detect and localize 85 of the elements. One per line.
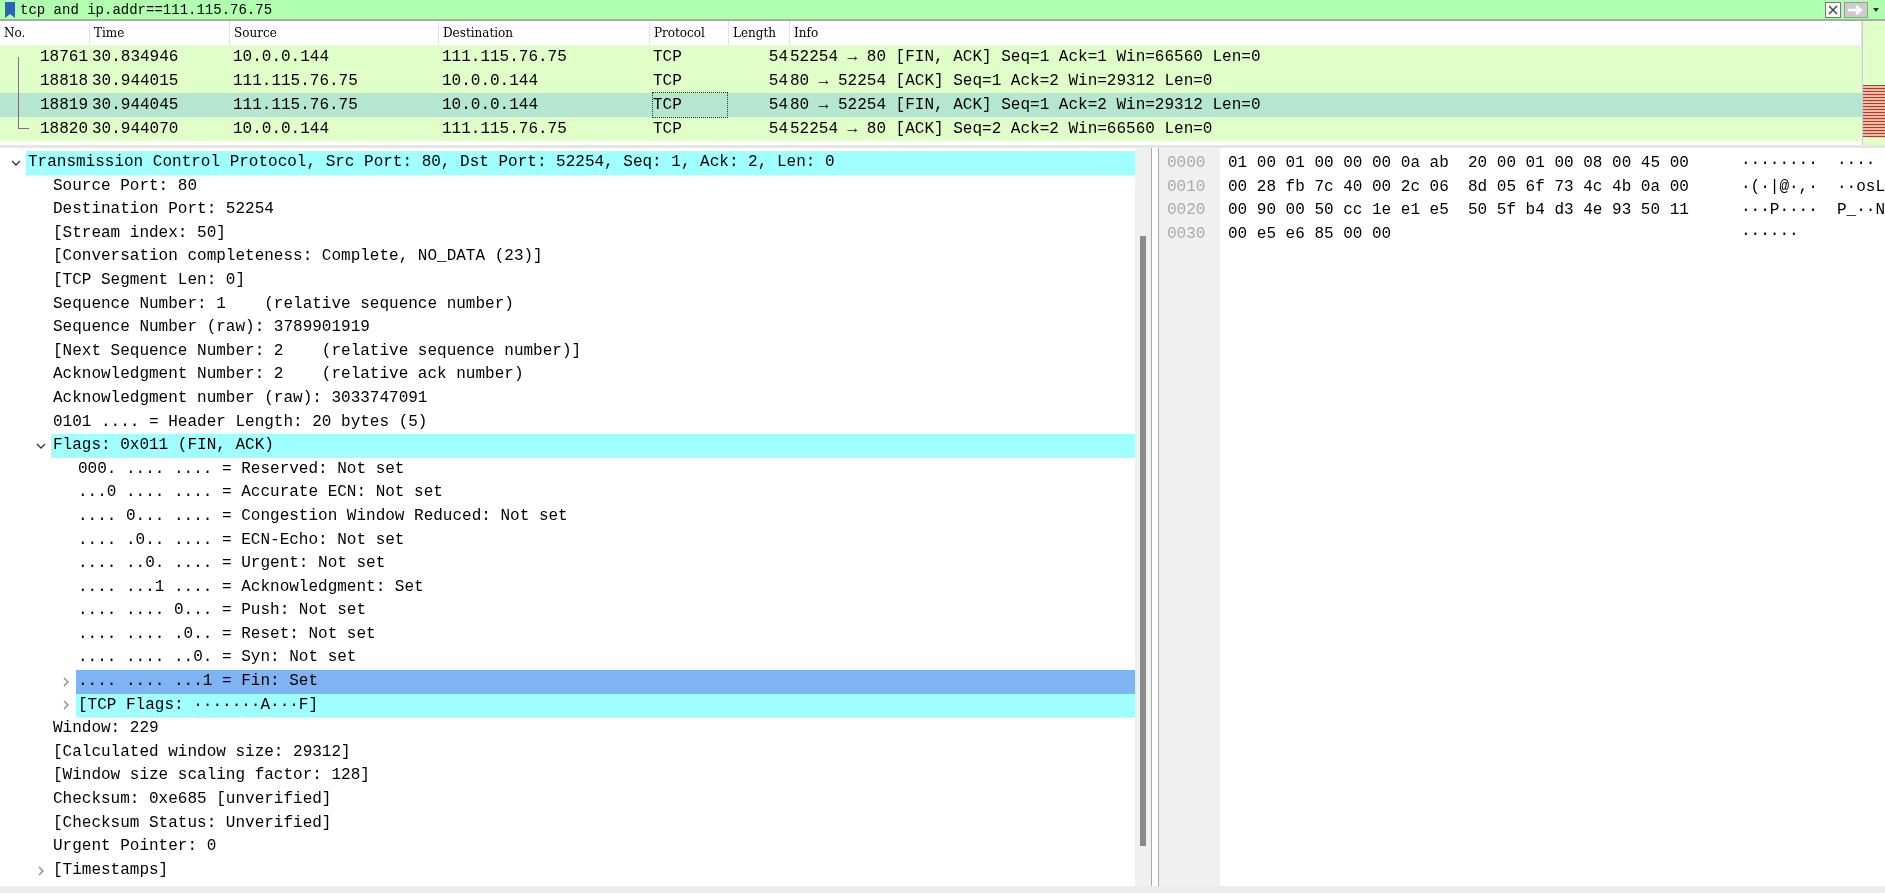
tree-item[interactable]: Sequence Number (raw): 3789901919: [51, 316, 1136, 340]
table-cell: 54: [768, 120, 788, 138]
tree-item[interactable]: .... .0.. .... = ECN-Echo: Not set: [76, 528, 1136, 553]
packet-row[interactable]: 18819 30.944045 111.115.76.75 10.0.0.144 TCP 5480 → 52254 [FIN, ACK] Seq=1 Ack=2 Win=29312 Len=0: [0, 93, 1862, 117]
packet-minimap[interactable]: [1862, 21, 1885, 145]
tree-item[interactable]: [TCP Segment Len: 0]: [51, 268, 1136, 293]
hex-bytes[interactable]: 00 e5 e6 85 00 00: [1227, 222, 1741, 246]
tree-item[interactable]: [Checksum Status: Unverified]: [51, 811, 1136, 836]
clear-icon[interactable]: [1825, 2, 1841, 18]
table-cell: 111.115.76.75: [442, 48, 567, 66]
tree-item[interactable]: .... .... .0.. = Reset: Not set: [76, 622, 1136, 647]
tree-item[interactable]: Acknowledgment number (raw): 3033747091: [51, 386, 1136, 411]
table-cell: 10.0.0.144: [442, 96, 538, 114]
table-cell: 18818: [40, 72, 88, 90]
ascii-text[interactable]: ·(·|@·,· ··osL: [1740, 175, 1885, 199]
hex-bytes[interactable]: 00 90 00 50 cc 1e e1 e5 50 5f b4 d3 4e 93 50 11: [1227, 199, 1741, 223]
tree-item[interactable]: .... .... ..0. = Syn: Not set: [76, 646, 1136, 671]
tree-item[interactable]: [Window size scaling factor: 128]: [51, 764, 1136, 789]
chevron-right-icon[interactable]: [36, 865, 46, 876]
table-cell: 111.115.76.75: [442, 120, 567, 138]
tree-item[interactable]: Window: 229: [51, 717, 1136, 741]
splitter-handle[interactable]: [1151, 148, 1159, 886]
bookmark-icon[interactable]: [4, 2, 16, 18]
tree-item[interactable]: Destination Port: 52254: [51, 198, 1136, 222]
hex-offset: 0020: [1166, 200, 1207, 221]
packet-row[interactable]: 18818 30.944015 111.115.76.75 10.0.0.144 TCP 5480 → 52254 [ACK] Seq=1 Ack=2 Win=29312 Len=0: [0, 69, 1862, 93]
tree-item[interactable]: [TCP Flags: ·······A···F]: [76, 693, 1136, 718]
table-cell: 54: [768, 48, 788, 66]
table-cell: 10.0.0.144: [233, 120, 329, 138]
tree-item[interactable]: .... .... 0... = Push: Not set: [76, 599, 1136, 623]
hex-bytes[interactable]: 00 28 fb 7c 40 00 2c 06 8d 05 6f 73 4c 4b 0a 00: [1227, 175, 1741, 199]
tree-item[interactable]: [Calculated window size: 29312]: [51, 740, 1136, 765]
tree-item[interactable]: Transmission Control Protocol, Src Port: 80, Dst Port: 52254, Seq: 1, Ack: 2, Len: 0: [26, 151, 1136, 175]
tree-item[interactable]: Urgent Pointer: 0: [51, 835, 1136, 859]
table-cell: 54: [768, 72, 788, 90]
tree-item[interactable]: Sequence Number: 1 (relative sequence number): [51, 292, 1136, 317]
table-cell: 30.834946: [92, 48, 179, 66]
scrollbar[interactable]: [1135, 148, 1151, 886]
table-cell: 30.944070: [92, 120, 179, 138]
table-cell: 30.944015: [92, 72, 179, 90]
table-cell: 10.0.0.144: [442, 72, 538, 90]
chevron-right-icon[interactable]: [61, 700, 71, 711]
hex-offset: 0000: [1166, 153, 1207, 174]
table-cell: 18820: [40, 120, 88, 138]
tree-item[interactable]: Checksum: 0xe685 [unverified]: [51, 788, 1136, 812]
tree-item[interactable]: Source Port: 80: [51, 174, 1136, 199]
table-cell: TCP: [653, 72, 682, 90]
table-cell: 111.115.76.75: [233, 72, 358, 90]
table-cell: 52254 → 80 [FIN, ACK] Seq=1 Ack=1 Win=66560 Len=0: [790, 48, 1261, 66]
tree-item[interactable]: Flags: 0x011 (FIN, ACK): [51, 434, 1136, 458]
tree-item[interactable]: [Conversation completeness: Complete, NO_DATA (23)]: [51, 245, 1136, 269]
tree-item[interactable]: 000. .... .... = Reserved: Not set: [76, 457, 1136, 482]
tree-item[interactable]: [Stream index: 50]: [51, 221, 1136, 246]
packet-row[interactable]: 18820 30.944070 10.0.0.144 111.115.76.75 TCP 5452254 → 80 [ACK] Seq=2 Ack=2 Win=66560 Len=0: [0, 117, 1862, 141]
tree-item[interactable]: .... 0... .... = Congestion Window Reduced: Not set: [76, 504, 1136, 529]
tree-item[interactable]: ...0 .... .... = Accurate ECN: Not set: [76, 481, 1136, 505]
table-cell: 10.0.0.144: [233, 48, 329, 66]
horizontal-scrollbar[interactable]: [0, 886, 1885, 893]
tree-item[interactable]: .... ...1 .... = Acknowledgment: Set: [76, 575, 1136, 600]
chevron-right-icon[interactable]: [61, 676, 71, 687]
tree-item[interactable]: 0101 .... = Header Length: 20 bytes (5): [51, 410, 1136, 435]
table-cell: 18819: [40, 96, 88, 114]
tree-item[interactable]: [Next Sequence Number: 2 (relative sequence number)]: [51, 339, 1136, 364]
hex-offset: 0010: [1166, 176, 1207, 198]
table-cell: TCP: [653, 93, 727, 117]
tree-item[interactable]: [Timestamps]: [51, 858, 1136, 883]
table-cell: 30.944045: [92, 96, 179, 114]
hex-bytes[interactable]: 01 00 01 00 00 00 0a ab 20 00 01 00 08 00 45 00: [1227, 152, 1741, 176]
hex-offset: 0030: [1166, 223, 1207, 245]
table-cell: 54: [768, 96, 788, 114]
ascii-text[interactable]: ···P···· P_··N: [1740, 199, 1885, 223]
tree-item[interactable]: .... .... ...1 = Fin: Set: [76, 670, 1136, 694]
packet-row[interactable]: 18761 30.834946 10.0.0.144 111.115.76.75 TCP 5452254 → 80 [FIN, ACK] Seq=1 Ack=1 Win=66560 Len=0: [0, 45, 1862, 69]
table-cell: 80 → 52254 [FIN, ACK] Seq=1 Ack=2 Win=29312 Len=0: [790, 96, 1261, 114]
tree-item[interactable]: Acknowledgment Number: 2 (relative ack number): [51, 363, 1136, 387]
filter-input[interactable]: tcp and ip.addr==111.115.76.75: [0, 0, 1885, 20]
table-cell: TCP: [653, 120, 682, 138]
table-cell: 80 → 52254 [ACK] Seq=1 Ack=2 Win=29312 Len=0: [790, 72, 1213, 90]
table-cell: 18761: [40, 48, 88, 66]
tree-item[interactable]: .... ..0. .... = Urgent: Not set: [76, 552, 1136, 576]
table-cell: TCP: [653, 48, 682, 66]
table-cell: 52254 → 80 [ACK] Seq=2 Ack=2 Win=66560 Len=0: [790, 120, 1213, 138]
table-cell: 111.115.76.75: [233, 96, 358, 114]
ascii-text[interactable]: ······: [1740, 222, 1885, 246]
ascii-text[interactable]: ········ ····: [1740, 152, 1885, 176]
